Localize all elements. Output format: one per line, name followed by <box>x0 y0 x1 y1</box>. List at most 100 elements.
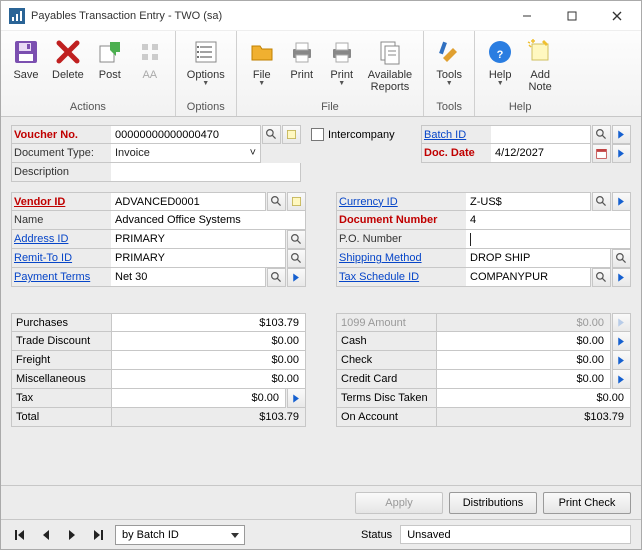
available-reports-button[interactable]: Available Reports <box>363 33 417 96</box>
maximize-button[interactable] <box>549 2 594 30</box>
terms-disc-label: Terms Disc Taken <box>336 389 436 408</box>
misc-value[interactable]: $0.00 <box>111 370 306 389</box>
terms-disc-value[interactable]: $0.00 <box>436 389 631 408</box>
address-id-label[interactable]: Address ID <box>11 230 111 249</box>
tax-schedule-id-field[interactable] <box>466 268 591 287</box>
add-note-button[interactable]: Add Note <box>521 33 559 96</box>
lookup-batch-button[interactable] <box>592 125 611 144</box>
lookup-vendor-button[interactable] <box>267 192 286 211</box>
expand-tax-button[interactable] <box>612 268 631 287</box>
print-button-2[interactable]: Print ▼ <box>323 33 361 90</box>
purchases-value[interactable]: $103.79 <box>111 313 306 332</box>
expand-currency-button[interactable] <box>612 192 631 211</box>
currency-id-field[interactable] <box>466 192 591 211</box>
doc-date-label: Doc. Date <box>421 144 491 163</box>
lookup-remit-button[interactable] <box>287 249 306 268</box>
freight-value[interactable]: $0.00 <box>111 351 306 370</box>
tax-value[interactable]: $0.00 <box>111 389 286 408</box>
trade-discount-value[interactable]: $0.00 <box>111 332 306 351</box>
payment-terms-label[interactable]: Payment Terms <box>11 268 111 287</box>
options-button[interactable]: Options ▼ <box>182 33 230 90</box>
status-label: Status <box>361 529 392 541</box>
nav-first-button[interactable] <box>11 526 29 544</box>
reports-icon <box>376 36 404 68</box>
expand-check-button[interactable] <box>612 351 631 370</box>
intercompany-label: Intercompany <box>328 129 395 141</box>
purchases-label: Purchases <box>11 313 111 332</box>
nav-next-button[interactable] <box>63 526 81 544</box>
expand-tax-amount-button[interactable] <box>287 389 306 408</box>
form-area: Voucher No. Document Type: Invoice ˅ Des… <box>1 117 641 485</box>
check-value[interactable]: $0.00 <box>436 351 611 370</box>
description-field[interactable] <box>111 163 301 182</box>
print-check-button[interactable]: Print Check <box>543 492 631 514</box>
expand-credit-card-button[interactable] <box>612 370 631 389</box>
shipping-method-field[interactable] <box>466 249 611 268</box>
credit-card-value[interactable]: $0.00 <box>436 370 611 389</box>
printer-icon <box>288 36 316 68</box>
vendor-id-label[interactable]: Vendor ID <box>11 192 111 211</box>
doc-date-field[interactable] <box>491 144 591 163</box>
trade-discount-label: Trade Discount <box>11 332 111 351</box>
doc-type-select[interactable]: Invoice ˅ <box>111 144 261 163</box>
currency-id-label[interactable]: Currency ID <box>336 192 466 211</box>
address-id-field[interactable] <box>111 230 286 249</box>
delete-button[interactable]: Delete <box>47 33 89 84</box>
expand-1099-button[interactable] <box>612 313 631 332</box>
expand-batch-button[interactable] <box>612 125 631 144</box>
group-tools-label: Tools <box>430 99 468 116</box>
lookup-voucher-button[interactable] <box>262 125 281 144</box>
chevron-down-icon: ▼ <box>446 81 453 87</box>
note-icon <box>526 36 554 68</box>
distributions-button[interactable]: Distributions <box>449 492 537 514</box>
misc-label: Miscellaneous <box>11 370 111 389</box>
delete-x-icon <box>54 36 82 68</box>
payment-terms-field[interactable] <box>111 268 266 287</box>
nav-by-select[interactable]: by Batch ID <box>115 525 245 545</box>
description-label: Description <box>11 163 111 182</box>
intercompany-checkbox[interactable] <box>311 128 324 141</box>
document-number-field[interactable] <box>466 211 631 230</box>
total-label: Total <box>11 408 111 427</box>
vendor-id-field[interactable] <box>111 192 266 211</box>
expand-terms-button[interactable] <box>287 268 306 287</box>
nav-prev-button[interactable] <box>37 526 55 544</box>
app-icon <box>9 8 25 24</box>
floppy-icon <box>12 36 40 68</box>
file-button[interactable]: File ▼ <box>243 33 281 90</box>
aa-icon <box>136 36 164 68</box>
save-button[interactable]: Save <box>7 33 45 84</box>
remit-to-id-field[interactable] <box>111 249 286 268</box>
lookup-terms-button[interactable] <box>267 268 286 287</box>
chevron-down-icon: ▼ <box>202 81 209 87</box>
ribbon: Save Delete Post AA Actions Options ▼ <box>1 31 641 117</box>
lookup-shipping-button[interactable] <box>612 249 631 268</box>
tools-button[interactable]: Tools ▼ <box>430 33 468 90</box>
note-voucher-button[interactable] <box>282 125 301 144</box>
expand-date-button[interactable] <box>612 144 631 163</box>
name-field[interactable] <box>111 211 306 230</box>
a1099-label: 1099 Amount <box>336 313 436 332</box>
batch-id-field[interactable] <box>491 125 591 144</box>
tax-schedule-id-label[interactable]: Tax Schedule ID <box>336 268 466 287</box>
shipping-method-label[interactable]: Shipping Method <box>336 249 466 268</box>
calendar-button[interactable] <box>592 144 611 163</box>
cash-label: Cash <box>336 332 436 351</box>
batch-id-label[interactable]: Batch ID <box>421 125 491 144</box>
help-button[interactable]: ? Help ▼ <box>481 33 519 90</box>
print-button-1[interactable]: Print <box>283 33 321 84</box>
cash-value[interactable]: $0.00 <box>436 332 611 351</box>
voucher-no-field[interactable] <box>111 125 261 144</box>
minimize-button[interactable] <box>504 2 549 30</box>
expand-cash-button[interactable] <box>612 332 631 351</box>
note-vendor-button[interactable] <box>287 192 306 211</box>
lookup-address-button[interactable] <box>287 230 306 249</box>
nav-last-button[interactable] <box>89 526 107 544</box>
lookup-tax-button[interactable] <box>592 268 611 287</box>
remit-to-id-label[interactable]: Remit-To ID <box>11 249 111 268</box>
tax-label: Tax <box>11 389 111 408</box>
lookup-currency-button[interactable] <box>592 192 611 211</box>
po-number-field[interactable] <box>466 230 631 249</box>
post-button[interactable]: Post <box>91 33 129 84</box>
close-button[interactable] <box>594 2 639 30</box>
